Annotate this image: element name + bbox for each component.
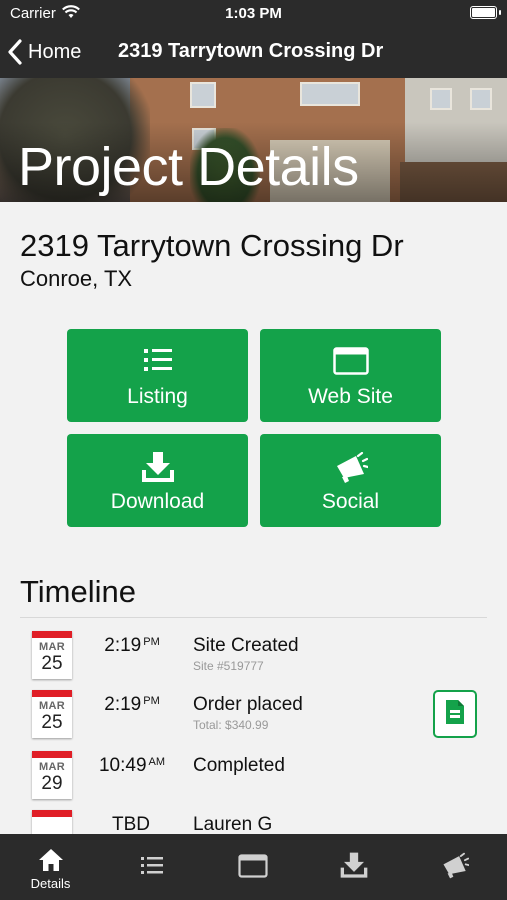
tab-label: Details bbox=[30, 876, 71, 891]
listing-button[interactable]: Listing bbox=[67, 329, 248, 422]
nav-title: 2319 Tarrytown Crossing Dr bbox=[118, 40, 384, 62]
download-icon bbox=[67, 452, 248, 484]
invoice-button[interactable] bbox=[433, 690, 477, 738]
timeline-time: TBD bbox=[112, 814, 150, 835]
navigation-bar: Home 2319 Tarrytown Crossing Dr bbox=[0, 26, 507, 78]
tab-social[interactable] bbox=[404, 834, 505, 900]
timeline-subtext: Site #519777 bbox=[193, 659, 264, 673]
megaphone-icon bbox=[404, 852, 505, 880]
project-city: Conroe, TX bbox=[20, 266, 133, 291]
tab-listing[interactable] bbox=[101, 834, 202, 900]
timeline-event: Lauren G bbox=[193, 814, 273, 835]
list-icon bbox=[101, 856, 202, 876]
timeline-event: Completed bbox=[193, 755, 285, 776]
back-label: Home bbox=[28, 40, 82, 63]
chevron-left-icon bbox=[8, 39, 22, 65]
battery-icon bbox=[470, 6, 501, 19]
calendar-month: MAR bbox=[39, 641, 65, 653]
timeline-heading: Timeline bbox=[20, 574, 136, 609]
divider bbox=[20, 617, 487, 618]
calendar-day: 25 bbox=[41, 653, 63, 674]
project-address: 2319 Tarrytown Crossing Dr bbox=[20, 228, 404, 263]
calendar-icon: MAR 29 bbox=[32, 751, 72, 799]
download-icon bbox=[303, 852, 404, 880]
calendar-icon: MAR 25 bbox=[32, 690, 72, 738]
calendar-day: 29 bbox=[41, 773, 63, 794]
download-button[interactable]: Download bbox=[67, 434, 248, 527]
timeline-subtext: Total: $340.99 bbox=[193, 718, 269, 732]
website-button[interactable]: Web Site bbox=[260, 329, 441, 422]
calendar-month: MAR bbox=[39, 761, 65, 773]
list-icon bbox=[67, 347, 248, 373]
website-label: Web Site bbox=[308, 385, 393, 408]
tab-website[interactable] bbox=[202, 834, 303, 900]
timeline-time: 10:49 AM bbox=[98, 755, 166, 776]
calendar-month: MAR bbox=[39, 700, 65, 712]
download-label: Download bbox=[110, 490, 205, 513]
timeline-event: Site Created bbox=[193, 635, 299, 656]
back-button[interactable]: Home bbox=[8, 38, 81, 66]
timeline-time: 2:19 PM bbox=[104, 694, 160, 715]
listing-label: Listing bbox=[127, 385, 188, 408]
document-icon bbox=[445, 699, 465, 730]
tab-details[interactable]: Details bbox=[0, 834, 101, 900]
hero-banner: Project Details bbox=[0, 78, 507, 202]
timeline-item: MAR 29 10:49 AM Completed bbox=[0, 751, 507, 811]
timeline-event: Order placed bbox=[193, 694, 303, 715]
social-label: Social bbox=[321, 490, 380, 513]
tab-bar: Details bbox=[0, 834, 507, 900]
browser-window-icon bbox=[202, 854, 303, 878]
timeline-time: 2:19 PM bbox=[104, 635, 160, 656]
tab-download[interactable] bbox=[303, 834, 404, 900]
page-title: Project Details bbox=[18, 137, 359, 197]
timeline-item: MAR 25 2:19 PM Order placed Total: $340.9… bbox=[0, 690, 507, 750]
calendar-icon: MAR 25 bbox=[32, 631, 72, 679]
timeline-item: MAR 25 2:19 PM Site Created Site #519777 bbox=[0, 631, 507, 691]
browser-window-icon bbox=[260, 347, 441, 375]
status-bar: Carrier 1:03 PM bbox=[0, 0, 507, 26]
clock: 1:03 PM bbox=[225, 5, 282, 22]
home-icon bbox=[0, 848, 101, 872]
calendar-day: 25 bbox=[41, 712, 63, 733]
megaphone-icon bbox=[260, 452, 441, 484]
social-button[interactable]: Social bbox=[260, 434, 441, 527]
